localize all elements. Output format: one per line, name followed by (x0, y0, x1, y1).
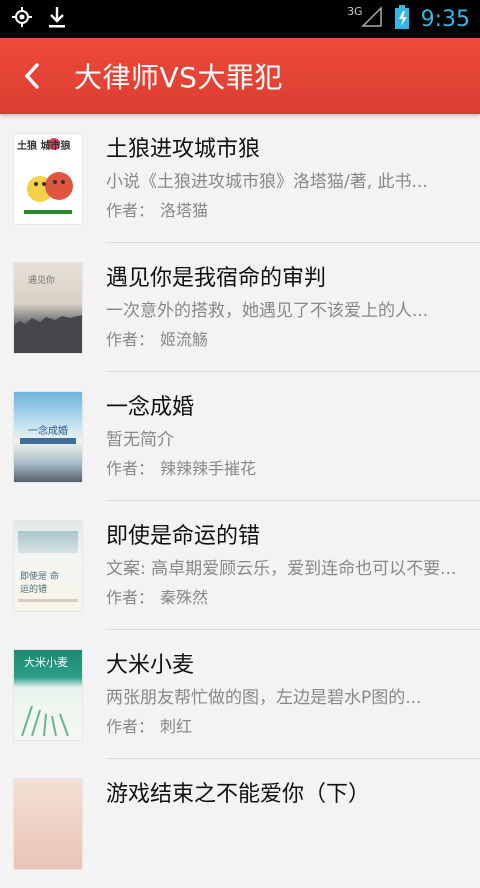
book-title: 游戏结束之不能爱你（下） (106, 782, 371, 807)
book-description: 暂无简介 (106, 430, 174, 450)
cover-text: 即使是 命运的错 (20, 572, 59, 595)
book-description: 一次意外的搭救，她遇见了不该爱上的人... (106, 301, 429, 321)
list-item[interactable]: 土狼 城市狼 土狼进攻城市狼 小说《土狼进攻城市狼》洛塔猫/著, 此书... 作… (14, 114, 480, 243)
book-list: 土狼 城市狼 土狼进攻城市狼 小说《土狼进攻城市狼》洛塔猫/著, 此书... 作… (0, 114, 480, 888)
book-description (106, 814, 458, 840)
download-icon (46, 5, 68, 33)
book-title: 大米小麦 (106, 653, 195, 678)
book-description: 小说《土狼进攻城市狼》洛塔猫/著, 此书... (106, 172, 428, 192)
book-author: 作者： 洛塔猫 (106, 201, 209, 220)
list-item[interactable]: 大米小麦 大米小麦 两张朋友帮忙做的图，左边是碧水P图的... 作者： 刺红 (14, 630, 480, 759)
gps-icon (10, 5, 34, 33)
book-author: 作者： 辣辣辣手摧花 (106, 459, 257, 478)
book-description: 文案: 高卓期爱顾云乐，爱到连命也可以不要... (106, 559, 457, 579)
book-description: 两张朋友帮忙做的图，左边是碧水P图的... (106, 688, 422, 708)
cover-text: 一念成婚 (28, 426, 68, 437)
book-title: 即使是命运的错 (106, 524, 261, 549)
book-author: 作者： 刺红 (106, 717, 193, 736)
cover-text: 土狼 城市狼 (17, 141, 71, 152)
book-cover: 一念成婚 (14, 392, 82, 482)
book-author (106, 843, 480, 869)
book-title: 一念成婚 (106, 395, 195, 420)
battery-icon (394, 5, 409, 33)
chevron-left-icon (24, 63, 39, 89)
cover-text: 遇见你 (28, 276, 56, 286)
list-item[interactable]: 即使是 命运的错 即使是命运的错 文案: 高卓期爱顾云乐，爱到连命也可以不要..… (14, 501, 480, 630)
back-button[interactable] (22, 56, 52, 96)
book-cover: 大米小麦 (14, 650, 82, 740)
network-type: 3G (347, 4, 363, 18)
signal-icon (360, 6, 383, 32)
book-title: 遇见你是我宿命的审判 (106, 266, 327, 291)
book-cover: 遇见你 (14, 263, 82, 353)
book-title: 土狼进攻城市狼 (106, 137, 261, 162)
list-item[interactable]: 一念成婚 一念成婚 暂无简介 作者： 辣辣辣手摧花 (14, 372, 480, 501)
book-author: 作者： 姬流觞 (106, 330, 209, 349)
app-bar: 大律师VS大罪犯 (0, 38, 480, 114)
book-cover: 即使是 命运的错 (14, 521, 82, 611)
status-bar: 3G 9:35 (0, 0, 480, 38)
status-time: 9:35 (420, 6, 470, 32)
page-title: 大律师VS大罪犯 (74, 61, 283, 94)
book-cover: 土狼 城市狼 (14, 134, 82, 224)
book-author: 作者： 秦殊然 (106, 588, 209, 607)
list-item[interactable]: 遇见你 遇见你是我宿命的审判 一次意外的搭救，她遇见了不该爱上的人... 作者：… (14, 243, 480, 372)
book-cover (14, 779, 82, 869)
list-item[interactable]: 游戏结束之不能爱你（下） (14, 759, 480, 888)
